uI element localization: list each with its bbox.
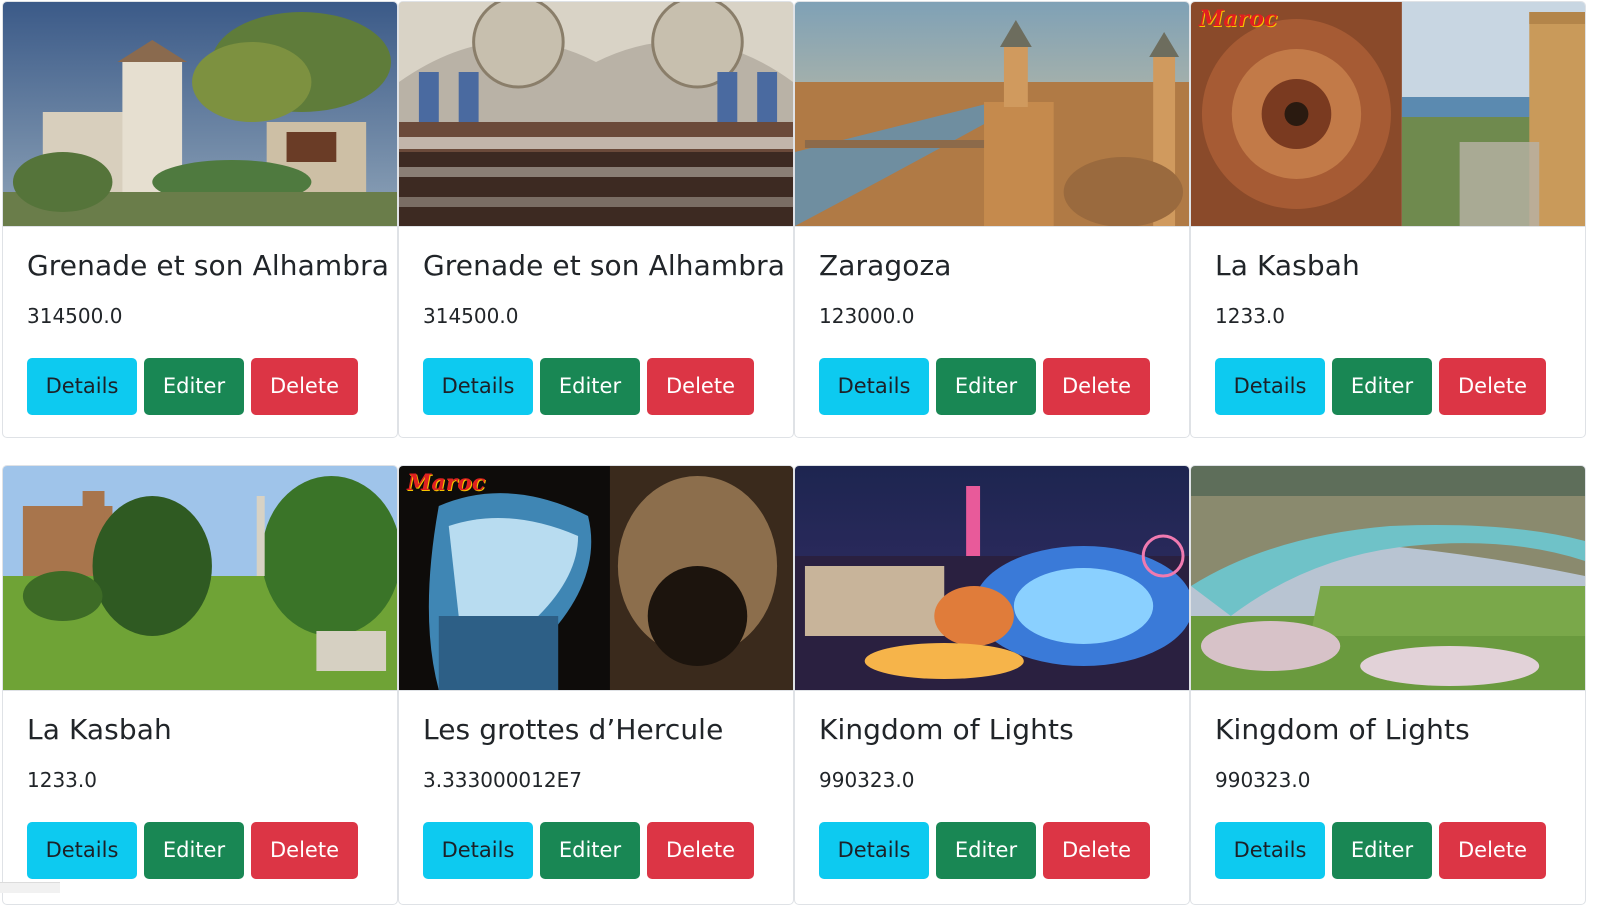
delete-button[interactable]: Delete xyxy=(1043,822,1150,879)
delete-button[interactable]: Delete xyxy=(1439,358,1546,415)
card-image xyxy=(795,2,1189,227)
card-image xyxy=(795,466,1189,691)
card-price: 314500.0 xyxy=(423,304,519,328)
details-button[interactable]: Details xyxy=(423,822,533,879)
edit-button[interactable]: Editer xyxy=(1332,822,1432,879)
delete-button[interactable]: Delete xyxy=(1439,822,1546,879)
destination-card: Kingdom of Lights 990323.0 Details Edite… xyxy=(1190,465,1586,905)
card-price: 3.333000012E7 xyxy=(423,768,582,792)
card-image xyxy=(1191,466,1585,691)
card-price: 1233.0 xyxy=(27,768,97,792)
edit-button[interactable]: Editer xyxy=(540,822,640,879)
edit-button[interactable]: Editer xyxy=(1332,358,1432,415)
details-button[interactable]: Details xyxy=(819,358,929,415)
edit-button[interactable]: Editer xyxy=(936,822,1036,879)
card-price: 314500.0 xyxy=(27,304,123,328)
details-button[interactable]: Details xyxy=(27,822,137,879)
delete-button[interactable]: Delete xyxy=(647,822,754,879)
destination-card: Maroc La Kasbah 1233.0 Details Editer De… xyxy=(1190,1,1586,438)
card-image: Maroc xyxy=(399,466,793,691)
details-button[interactable]: Details xyxy=(27,358,137,415)
card-image: Maroc xyxy=(1191,2,1585,227)
edit-button[interactable]: Editer xyxy=(540,358,640,415)
maroc-logo: Maroc xyxy=(407,470,486,496)
card-title: La Kasbah xyxy=(1215,249,1360,282)
card-title: Zaragoza xyxy=(819,249,952,282)
delete-button[interactable]: Delete xyxy=(251,358,358,415)
card-image xyxy=(3,2,397,227)
edit-button[interactable]: Editer xyxy=(936,358,1036,415)
destination-card: Kingdom of Lights 990323.0 Details Edite… xyxy=(794,465,1190,905)
card-title: La Kasbah xyxy=(27,713,172,746)
card-price: 123000.0 xyxy=(819,304,915,328)
details-button[interactable]: Details xyxy=(423,358,533,415)
destination-card: La Kasbah 1233.0 Details Editer Delete xyxy=(2,465,398,905)
maroc-logo: Maroc xyxy=(1199,6,1278,32)
destination-card: Zaragoza 123000.0 Details Editer Delete xyxy=(794,1,1190,438)
destination-card: Maroc Les grottes d’Hercule 3.333000012E… xyxy=(398,465,794,905)
delete-button[interactable]: Delete xyxy=(1043,358,1150,415)
destination-card: Grenade et son Alhambra 314500.0 Details… xyxy=(398,1,794,438)
card-price: 990323.0 xyxy=(1215,768,1311,792)
delete-button[interactable]: Delete xyxy=(647,358,754,415)
card-price: 990323.0 xyxy=(819,768,915,792)
details-button[interactable]: Details xyxy=(1215,822,1325,879)
details-button[interactable]: Details xyxy=(819,822,929,879)
destination-card: Grenade et son Alhambra 314500.0 Details… xyxy=(2,1,398,438)
card-title: Les grottes d’Hercule xyxy=(423,713,724,746)
edit-button[interactable]: Editer xyxy=(144,822,244,879)
card-image xyxy=(3,466,397,691)
edit-button[interactable]: Editer xyxy=(144,358,244,415)
card-price: 1233.0 xyxy=(1215,304,1285,328)
card-image xyxy=(399,2,793,227)
card-title: Kingdom of Lights xyxy=(819,713,1074,746)
card-title: Grenade et son Alhambra xyxy=(27,249,389,282)
details-button[interactable]: Details xyxy=(1215,358,1325,415)
card-title: Kingdom of Lights xyxy=(1215,713,1470,746)
delete-button[interactable]: Delete xyxy=(251,822,358,879)
card-title: Grenade et son Alhambra xyxy=(423,249,785,282)
horizontal-scrollbar[interactable] xyxy=(0,882,60,893)
